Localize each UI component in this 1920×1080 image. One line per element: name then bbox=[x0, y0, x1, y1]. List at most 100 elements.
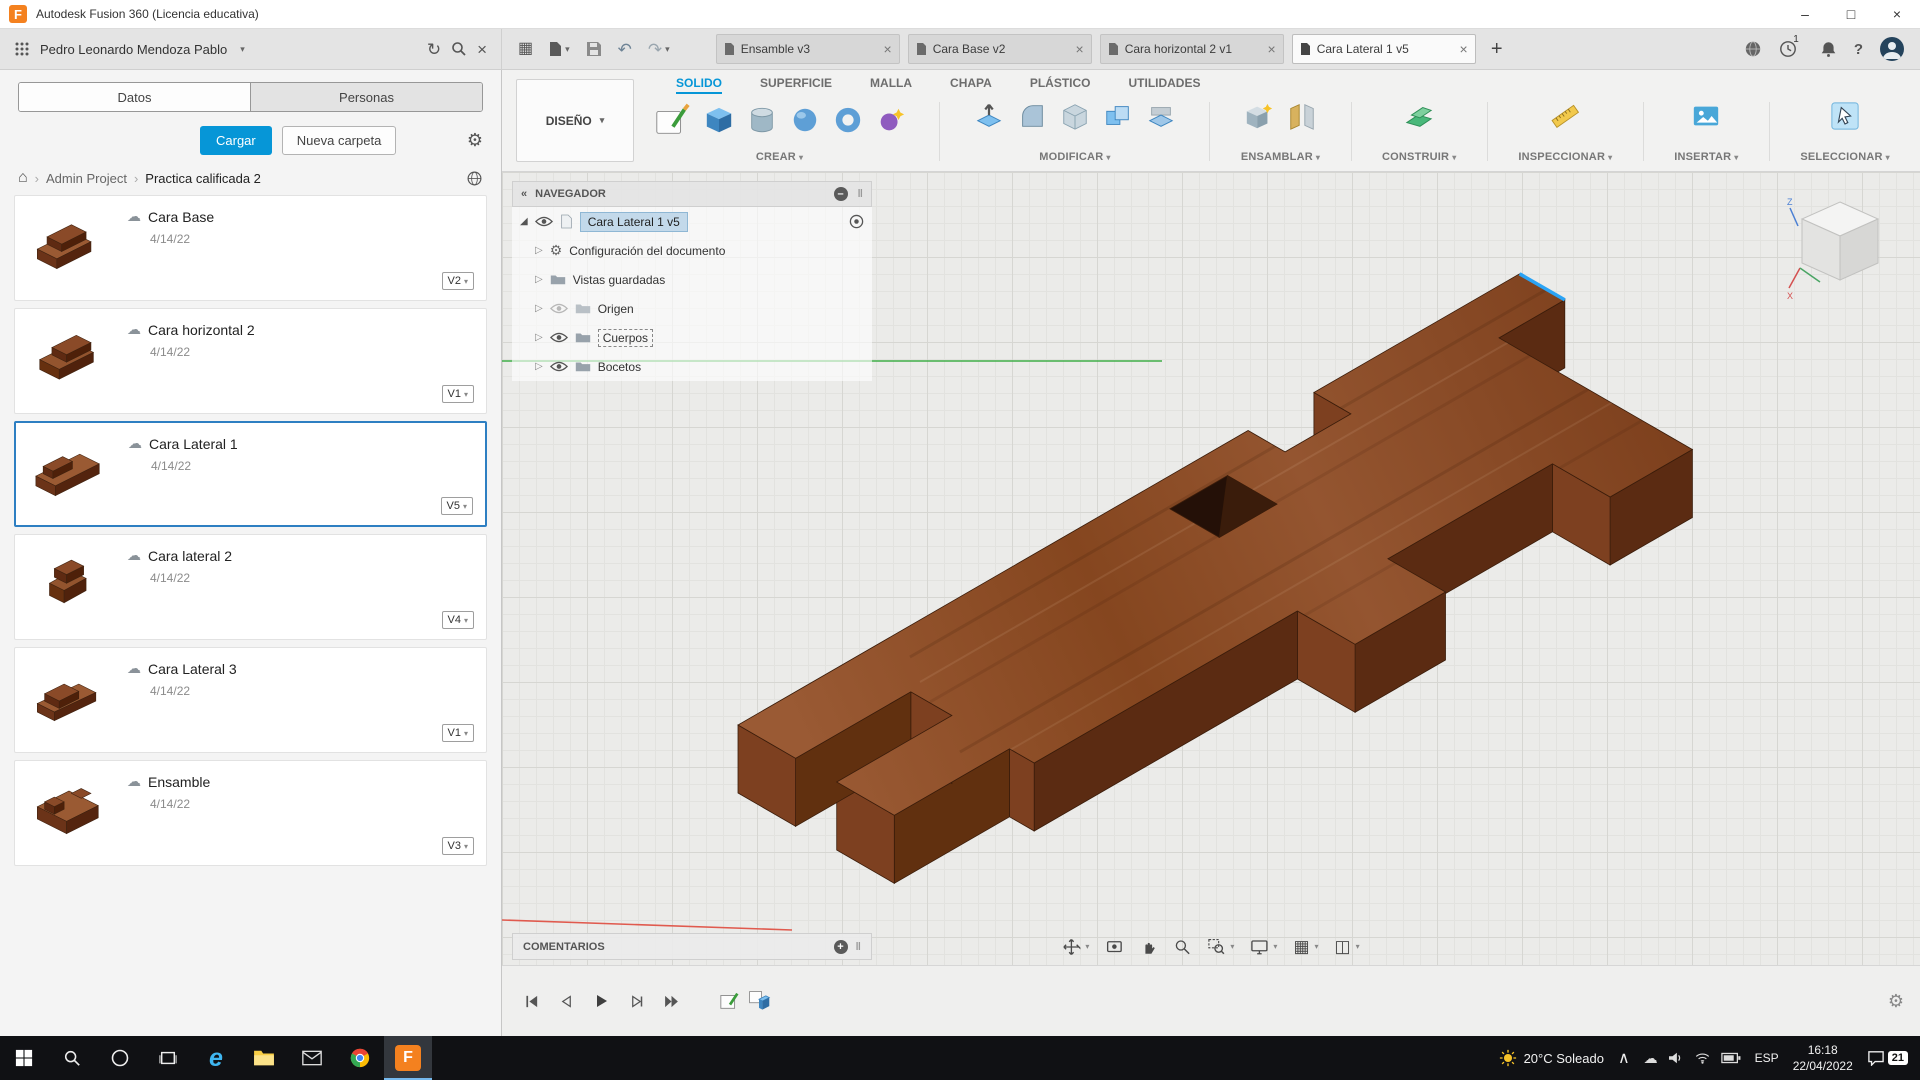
navigator-row-bocetos[interactable]: ▷ Bocetos bbox=[512, 352, 872, 381]
visibility-eye-icon[interactable] bbox=[550, 361, 568, 372]
breadcrumb-folder[interactable]: Practica calificada 2 bbox=[145, 171, 261, 186]
panel-grip-icon[interactable]: ‖ bbox=[858, 188, 863, 200]
file-item-cara-lateral-1[interactable]: ☁ Cara Lateral 1 4/14/22 V5▾ bbox=[14, 421, 487, 527]
pan-hand-tool-button[interactable] bbox=[1133, 933, 1163, 960]
tab-close-icon[interactable]: × bbox=[1268, 41, 1276, 57]
panel-settings-gear-icon[interactable]: ⚙ bbox=[467, 130, 483, 151]
home-icon[interactable]: ⌂ bbox=[18, 169, 28, 187]
job-status-button[interactable]: 1 bbox=[1779, 40, 1803, 58]
ribbon-tab-solido[interactable]: SOLIDO bbox=[676, 76, 722, 94]
undo-icon[interactable]: ↶ bbox=[618, 41, 632, 58]
timeline-step-forward-button[interactable] bbox=[623, 988, 649, 1014]
viewport-canvas[interactable]: « NAVEGADOR – ‖ ◢ Cara Lateral 1 v5 ▷ ⚙ … bbox=[502, 172, 1920, 965]
box-tool-button[interactable] bbox=[701, 102, 737, 138]
mail-taskbar-icon[interactable] bbox=[288, 1036, 336, 1080]
task-view-button[interactable] bbox=[144, 1036, 192, 1080]
zoom-window-tool-button[interactable]: ▾ bbox=[1201, 933, 1240, 960]
doc-tab-cara-horizontal[interactable]: Cara horizontal 2 v1 × bbox=[1100, 34, 1284, 64]
file-item-cara-lateral-3[interactable]: ☁ Cara Lateral 3 4/14/22 V1▾ bbox=[14, 647, 487, 753]
viewports-button[interactable]: ◫▾ bbox=[1329, 933, 1366, 960]
tab-close-icon[interactable]: × bbox=[884, 41, 892, 57]
file-item-ensamble[interactable]: ☁ Ensamble 4/14/22 V3▾ bbox=[14, 760, 487, 866]
collapse-panel-icon[interactable]: « bbox=[521, 188, 527, 200]
notifications-bell-icon[interactable] bbox=[1820, 40, 1837, 58]
maximize-button[interactable]: □ bbox=[1828, 0, 1874, 28]
start-button[interactable] bbox=[0, 1036, 48, 1080]
file-item-cara-horizontal-2[interactable]: ☁ Cara horizontal 2 4/14/22 V1▾ bbox=[14, 308, 487, 414]
share-globe-icon[interactable] bbox=[466, 170, 483, 187]
new-tab-button[interactable]: + bbox=[1484, 36, 1510, 62]
tab-close-icon[interactable]: × bbox=[1460, 41, 1468, 57]
redo-button[interactable]: ↷▾ bbox=[648, 41, 670, 58]
navigator-row-saved-views[interactable]: ▷ Vistas guardadas bbox=[512, 265, 872, 294]
taskbar-search-button[interactable] bbox=[48, 1036, 96, 1080]
joint-button[interactable] bbox=[1284, 98, 1320, 134]
taskbar-clock[interactable]: 16:18 22/04/2022 bbox=[1793, 1042, 1853, 1074]
construction-plane-button[interactable] bbox=[1401, 98, 1437, 134]
shell-button[interactable] bbox=[1057, 98, 1093, 134]
avatar[interactable] bbox=[1880, 37, 1904, 61]
language-indicator[interactable]: ESP bbox=[1755, 1051, 1779, 1065]
tab-close-icon[interactable]: × bbox=[1076, 41, 1084, 57]
view-cube[interactable]: Z X bbox=[1786, 192, 1894, 304]
edge-taskbar-icon[interactable]: e bbox=[192, 1036, 240, 1080]
cortana-button[interactable] bbox=[96, 1036, 144, 1080]
version-dropdown[interactable]: V5▾ bbox=[441, 497, 473, 515]
expand-triangle-icon[interactable]: ▷ bbox=[535, 303, 543, 314]
root-document-label[interactable]: Cara Lateral 1 v5 bbox=[580, 212, 688, 232]
user-name[interactable]: Pedro Leonardo Mendoza Pablo bbox=[40, 42, 227, 57]
tray-expand-chevron-icon[interactable]: ∧ bbox=[1618, 1048, 1630, 1068]
visibility-eye-icon[interactable] bbox=[550, 332, 568, 343]
version-dropdown[interactable]: V4▾ bbox=[442, 611, 474, 629]
comments-bar[interactable]: COMENTARIOS + ‖ bbox=[512, 933, 872, 960]
group-label-crear[interactable]: CREAR▾ bbox=[756, 151, 803, 163]
measure-button[interactable] bbox=[1547, 98, 1583, 134]
timeline-sketch-feature[interactable] bbox=[719, 990, 741, 1012]
display-settings-button[interactable]: ▾ bbox=[1244, 933, 1283, 960]
design-workspace-button[interactable]: DISEÑO▾ bbox=[516, 79, 634, 162]
ribbon-tab-malla[interactable]: MALLA bbox=[870, 76, 912, 94]
zoom-tool-button[interactable] bbox=[1167, 933, 1197, 960]
minimize-button[interactable]: – bbox=[1782, 0, 1828, 28]
upload-button[interactable]: Cargar bbox=[200, 126, 272, 155]
timeline-go-end-button[interactable] bbox=[658, 988, 684, 1014]
comments-add-icon[interactable]: + bbox=[834, 940, 848, 954]
group-label-inspeccionar[interactable]: INSPECCIONAR▾ bbox=[1518, 151, 1612, 163]
torus-tool-button[interactable] bbox=[830, 102, 866, 138]
action-center-button[interactable]: 21 bbox=[1867, 1050, 1908, 1066]
speaker-icon[interactable] bbox=[1668, 1051, 1684, 1065]
visibility-eye-off-icon[interactable] bbox=[550, 303, 568, 314]
ribbon-tab-plastico[interactable]: PLÁSTICO bbox=[1030, 76, 1091, 94]
comments-grip-icon[interactable]: ‖ bbox=[856, 941, 861, 953]
timeline-go-start-button[interactable] bbox=[518, 988, 544, 1014]
group-label-seleccionar[interactable]: SELECCIONAR▾ bbox=[1800, 151, 1889, 163]
tab-datos[interactable]: Datos bbox=[19, 83, 250, 111]
tab-personas[interactable]: Personas bbox=[250, 83, 482, 111]
press-pull-button[interactable] bbox=[971, 98, 1007, 134]
navigator-row-doc-settings[interactable]: ▷ ⚙ Configuración del documento bbox=[512, 236, 872, 265]
navigator-header[interactable]: « NAVEGADOR – ‖ bbox=[512, 181, 872, 207]
timeline-play-button[interactable] bbox=[588, 988, 614, 1014]
timeline-extrude-feature[interactable] bbox=[747, 989, 771, 1013]
group-label-modificar[interactable]: MODIFICAR▾ bbox=[1039, 151, 1110, 163]
ribbon-tab-utilidades[interactable]: UTILIDADES bbox=[1128, 76, 1200, 94]
look-at-tool-button[interactable] bbox=[1099, 933, 1129, 960]
sphere-tool-button[interactable] bbox=[787, 102, 823, 138]
fusion-taskbar-icon[interactable]: F bbox=[384, 1036, 432, 1080]
ribbon-tab-chapa[interactable]: CHAPA bbox=[950, 76, 992, 94]
expand-triangle-icon[interactable]: ▷ bbox=[535, 361, 543, 372]
expand-triangle-icon[interactable]: ▷ bbox=[535, 245, 543, 256]
navigator-root-row[interactable]: ◢ Cara Lateral 1 v5 bbox=[512, 207, 872, 236]
version-dropdown[interactable]: V3▾ bbox=[442, 837, 474, 855]
new-folder-button[interactable]: Nueva carpeta bbox=[282, 126, 397, 155]
user-menu-caret-icon[interactable]: ▾ bbox=[240, 44, 245, 55]
group-label-insertar[interactable]: INSERTAR▾ bbox=[1674, 151, 1738, 163]
group-label-ensamblar[interactable]: ENSAMBLAR▾ bbox=[1241, 151, 1320, 163]
doc-tab-cara-lateral-1[interactable]: Cara Lateral 1 v5 × bbox=[1292, 34, 1476, 64]
battery-icon[interactable] bbox=[1721, 1052, 1741, 1064]
new-component-button[interactable] bbox=[1241, 98, 1277, 134]
expand-triangle-icon[interactable]: ▷ bbox=[535, 274, 543, 285]
group-label-construir[interactable]: CONSTRUIR▾ bbox=[1382, 151, 1456, 163]
expand-triangle-icon[interactable]: ▷ bbox=[535, 332, 543, 343]
version-dropdown[interactable]: V1▾ bbox=[442, 724, 474, 742]
